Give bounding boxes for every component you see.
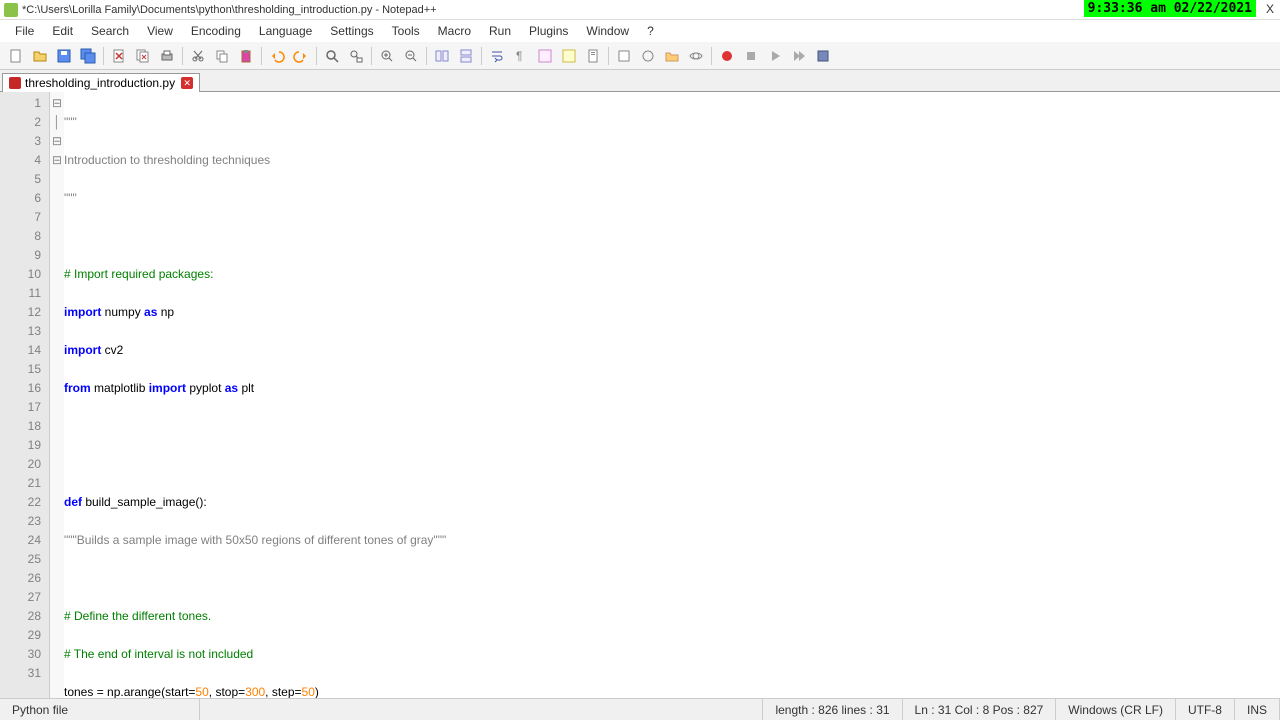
new-file-icon[interactable] [5, 45, 27, 67]
menu-language[interactable]: Language [250, 24, 321, 38]
toolbar-separator [711, 47, 712, 65]
indent-guide-icon[interactable] [534, 45, 556, 67]
save-macro-icon[interactable] [812, 45, 834, 67]
copy-icon[interactable] [211, 45, 233, 67]
line-gutter: 1234567891011121314151617181920212223242… [0, 92, 50, 698]
open-file-icon[interactable] [29, 45, 51, 67]
tab-label: thresholding_introduction.py [25, 76, 175, 90]
docmap-icon[interactable] [582, 45, 604, 67]
menu-file[interactable]: File [6, 24, 43, 38]
funclist-icon[interactable] [637, 45, 659, 67]
window-title: *C:\Users\Lorilla Family\Documents\pytho… [22, 4, 437, 16]
menu-help[interactable]: ? [638, 24, 663, 38]
menu-plugins[interactable]: Plugins [520, 24, 577, 38]
sync-v-icon[interactable] [431, 45, 453, 67]
monitor-icon[interactable] [685, 45, 707, 67]
menu-encoding[interactable]: Encoding [182, 24, 250, 38]
titlebar: *C:\Users\Lorilla Family\Documents\pytho… [0, 0, 1280, 20]
tabbar: thresholding_introduction.py ✕ [0, 70, 1280, 92]
editor[interactable]: 1234567891011121314151617181920212223242… [0, 92, 1280, 698]
close-button[interactable]: X [1266, 2, 1274, 16]
toolbar-separator [182, 47, 183, 65]
zoom-out-icon[interactable] [400, 45, 422, 67]
cut-icon[interactable] [187, 45, 209, 67]
code-area[interactable]: """ Introduction to thresholding techniq… [64, 92, 1280, 698]
find-icon[interactable] [321, 45, 343, 67]
replace-icon[interactable] [345, 45, 367, 67]
menu-search[interactable]: Search [82, 24, 138, 38]
paste-icon[interactable] [235, 45, 257, 67]
stop-icon[interactable] [740, 45, 762, 67]
toolbar-separator [103, 47, 104, 65]
status-position: Ln : 31 Col : 8 Pos : 827 [903, 699, 1057, 720]
status-encoding[interactable]: UTF-8 [1176, 699, 1235, 720]
play-icon[interactable] [764, 45, 786, 67]
tab-close-icon[interactable]: ✕ [181, 77, 193, 89]
userlang-icon[interactable] [558, 45, 580, 67]
record-icon[interactable] [716, 45, 738, 67]
toolbar: ¶ [0, 42, 1280, 70]
doclist-icon[interactable] [613, 45, 635, 67]
sync-h-icon[interactable] [455, 45, 477, 67]
status-filetype: Python file [0, 699, 200, 720]
menu-tools[interactable]: Tools [383, 24, 429, 38]
status-spacer [200, 699, 763, 720]
print-icon[interactable] [156, 45, 178, 67]
close-all-icon[interactable] [132, 45, 154, 67]
menu-window[interactable]: Window [577, 24, 638, 38]
statusbar: Python file length : 826 lines : 31 Ln :… [0, 698, 1280, 720]
fold-column[interactable]: ⊟│⊟⊟ [50, 92, 64, 698]
save-icon[interactable] [53, 45, 75, 67]
status-eol[interactable]: Windows (CR LF) [1056, 699, 1176, 720]
toolbar-separator [316, 47, 317, 65]
file-tab[interactable]: thresholding_introduction.py ✕ [2, 73, 200, 92]
save-all-icon[interactable] [77, 45, 99, 67]
tab-modified-icon [9, 77, 21, 89]
app-icon [4, 3, 18, 17]
menubar: File Edit Search View Encoding Language … [0, 20, 1280, 42]
wordwrap-icon[interactable] [486, 45, 508, 67]
menu-view[interactable]: View [138, 24, 182, 38]
toolbar-separator [261, 47, 262, 65]
menu-edit[interactable]: Edit [43, 24, 82, 38]
status-insmode[interactable]: INS [1235, 699, 1280, 720]
zoom-in-icon[interactable] [376, 45, 398, 67]
status-length: length : 826 lines : 31 [763, 699, 902, 720]
svg-text:¶: ¶ [516, 49, 522, 63]
redo-icon[interactable] [290, 45, 312, 67]
close-file-icon[interactable] [108, 45, 130, 67]
undo-icon[interactable] [266, 45, 288, 67]
folder-icon[interactable] [661, 45, 683, 67]
toolbar-separator [426, 47, 427, 65]
menu-settings[interactable]: Settings [321, 24, 382, 38]
toolbar-separator [481, 47, 482, 65]
all-chars-icon[interactable]: ¶ [510, 45, 532, 67]
menu-macro[interactable]: Macro [429, 24, 480, 38]
toolbar-separator [371, 47, 372, 65]
playmulti-icon[interactable] [788, 45, 810, 67]
menu-run[interactable]: Run [480, 24, 520, 38]
toolbar-separator [608, 47, 609, 65]
timestamp-overlay: 9:33:36 am 02/22/2021 [1084, 0, 1256, 17]
